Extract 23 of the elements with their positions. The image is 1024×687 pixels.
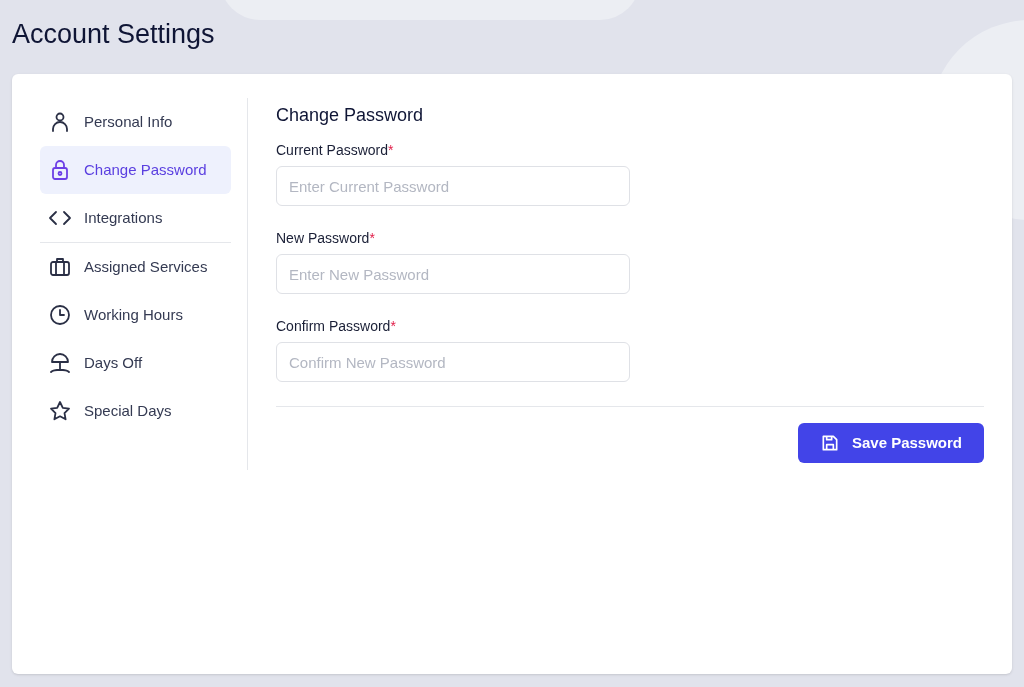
- required-mark: *: [390, 317, 396, 336]
- field-label: New Password: [276, 229, 370, 248]
- sidebar-item[interactable]: Assigned Services: [40, 243, 231, 291]
- sidebar-item[interactable]: Personal Info: [40, 98, 231, 146]
- clock-icon: [48, 303, 72, 327]
- sidebar-item[interactable]: Working Hours: [40, 291, 231, 339]
- briefcase-icon: [48, 255, 72, 279]
- password-field[interactable]: Confirm New Password: [276, 342, 630, 382]
- sidebar-item[interactable]: Special Days: [40, 387, 231, 435]
- password-field[interactable]: Enter New Password: [276, 254, 630, 294]
- field-label: Current Password: [276, 141, 389, 160]
- required-mark: *: [388, 141, 394, 160]
- save-button[interactable]: Save Password: [797, 423, 984, 463]
- umbrella-icon: [48, 351, 72, 375]
- sidebar-item[interactable]: Integrations: [40, 194, 231, 242]
- required-mark: *: [369, 229, 375, 248]
- sidebar-item[interactable]: Change Password: [40, 146, 231, 194]
- page-title: Account Settings: [12, 18, 215, 51]
- password-field[interactable]: Enter Current Password: [276, 166, 630, 206]
- field-label: Confirm Password: [276, 317, 391, 336]
- sidebar-item[interactable]: Days Off: [40, 339, 231, 387]
- form-title: Change Password: [276, 104, 424, 127]
- star-icon: [48, 399, 72, 423]
